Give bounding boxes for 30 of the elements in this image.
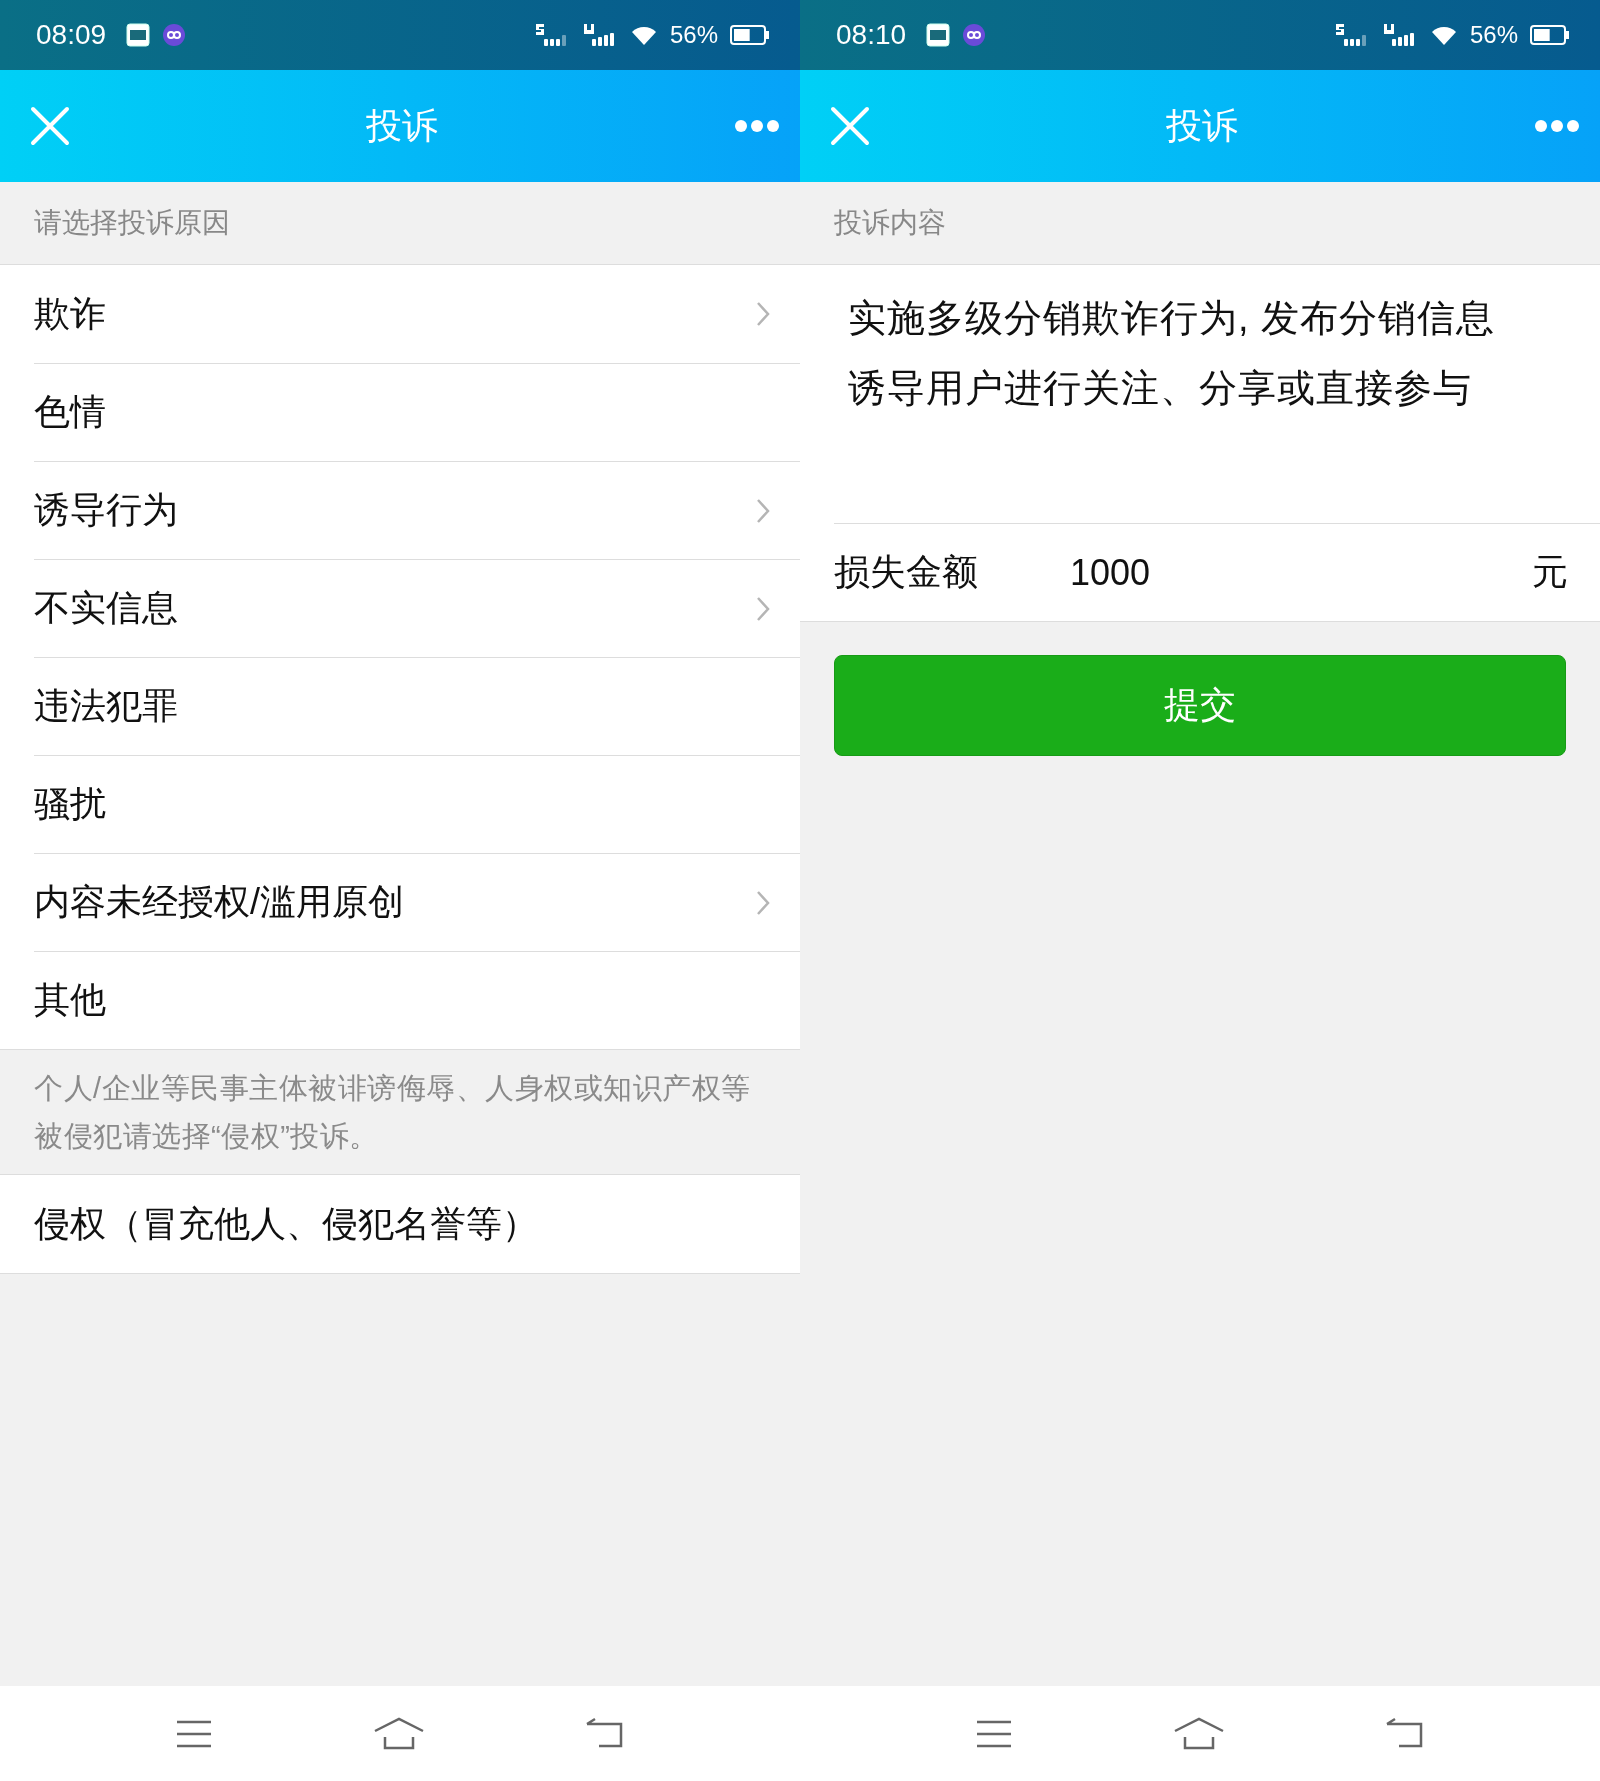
link-app-icon [162,23,187,47]
more-icon[interactable] [1534,119,1580,133]
status-time: 08:09 [36,19,107,51]
complaint-text-line: 实施多级分销欺诈行为, 发布分销信息 [848,296,1496,341]
chevron-icon [756,497,770,524]
wifi-icon [629,24,658,46]
menu-icon[interactable] [975,1719,1013,1748]
home-icon[interactable] [1173,1716,1225,1751]
reason-item[interactable]: 欺诈 [34,265,800,363]
page-title: 投诉 [365,103,439,148]
home-icon[interactable] [373,1716,425,1751]
link-app-icon [962,23,987,47]
news-app-icon [126,23,151,47]
status-time: 08:10 [836,19,907,51]
chevron-icon [756,889,770,916]
amount-field[interactable]: 1000 [1070,551,1532,594]
battery-percent: 56% [1469,21,1518,49]
battery-percent: 56% [669,21,718,49]
menu-icon[interactable] [175,1719,213,1748]
field-label: 损失金额 [834,550,979,594]
unit-label: 元 [1532,550,1568,594]
chevron-icon [756,301,770,327]
complaint-text-line: 诱导用户进行关注、分享或直接参与 [848,366,1472,411]
battery-icon [730,25,770,45]
battery-icon [1530,25,1570,45]
news-app-icon [926,23,951,47]
wifi-icon [1429,24,1458,46]
page-title: 投诉 [1165,103,1239,148]
more-icon[interactable] [734,119,780,133]
chevron-icon [756,595,770,622]
